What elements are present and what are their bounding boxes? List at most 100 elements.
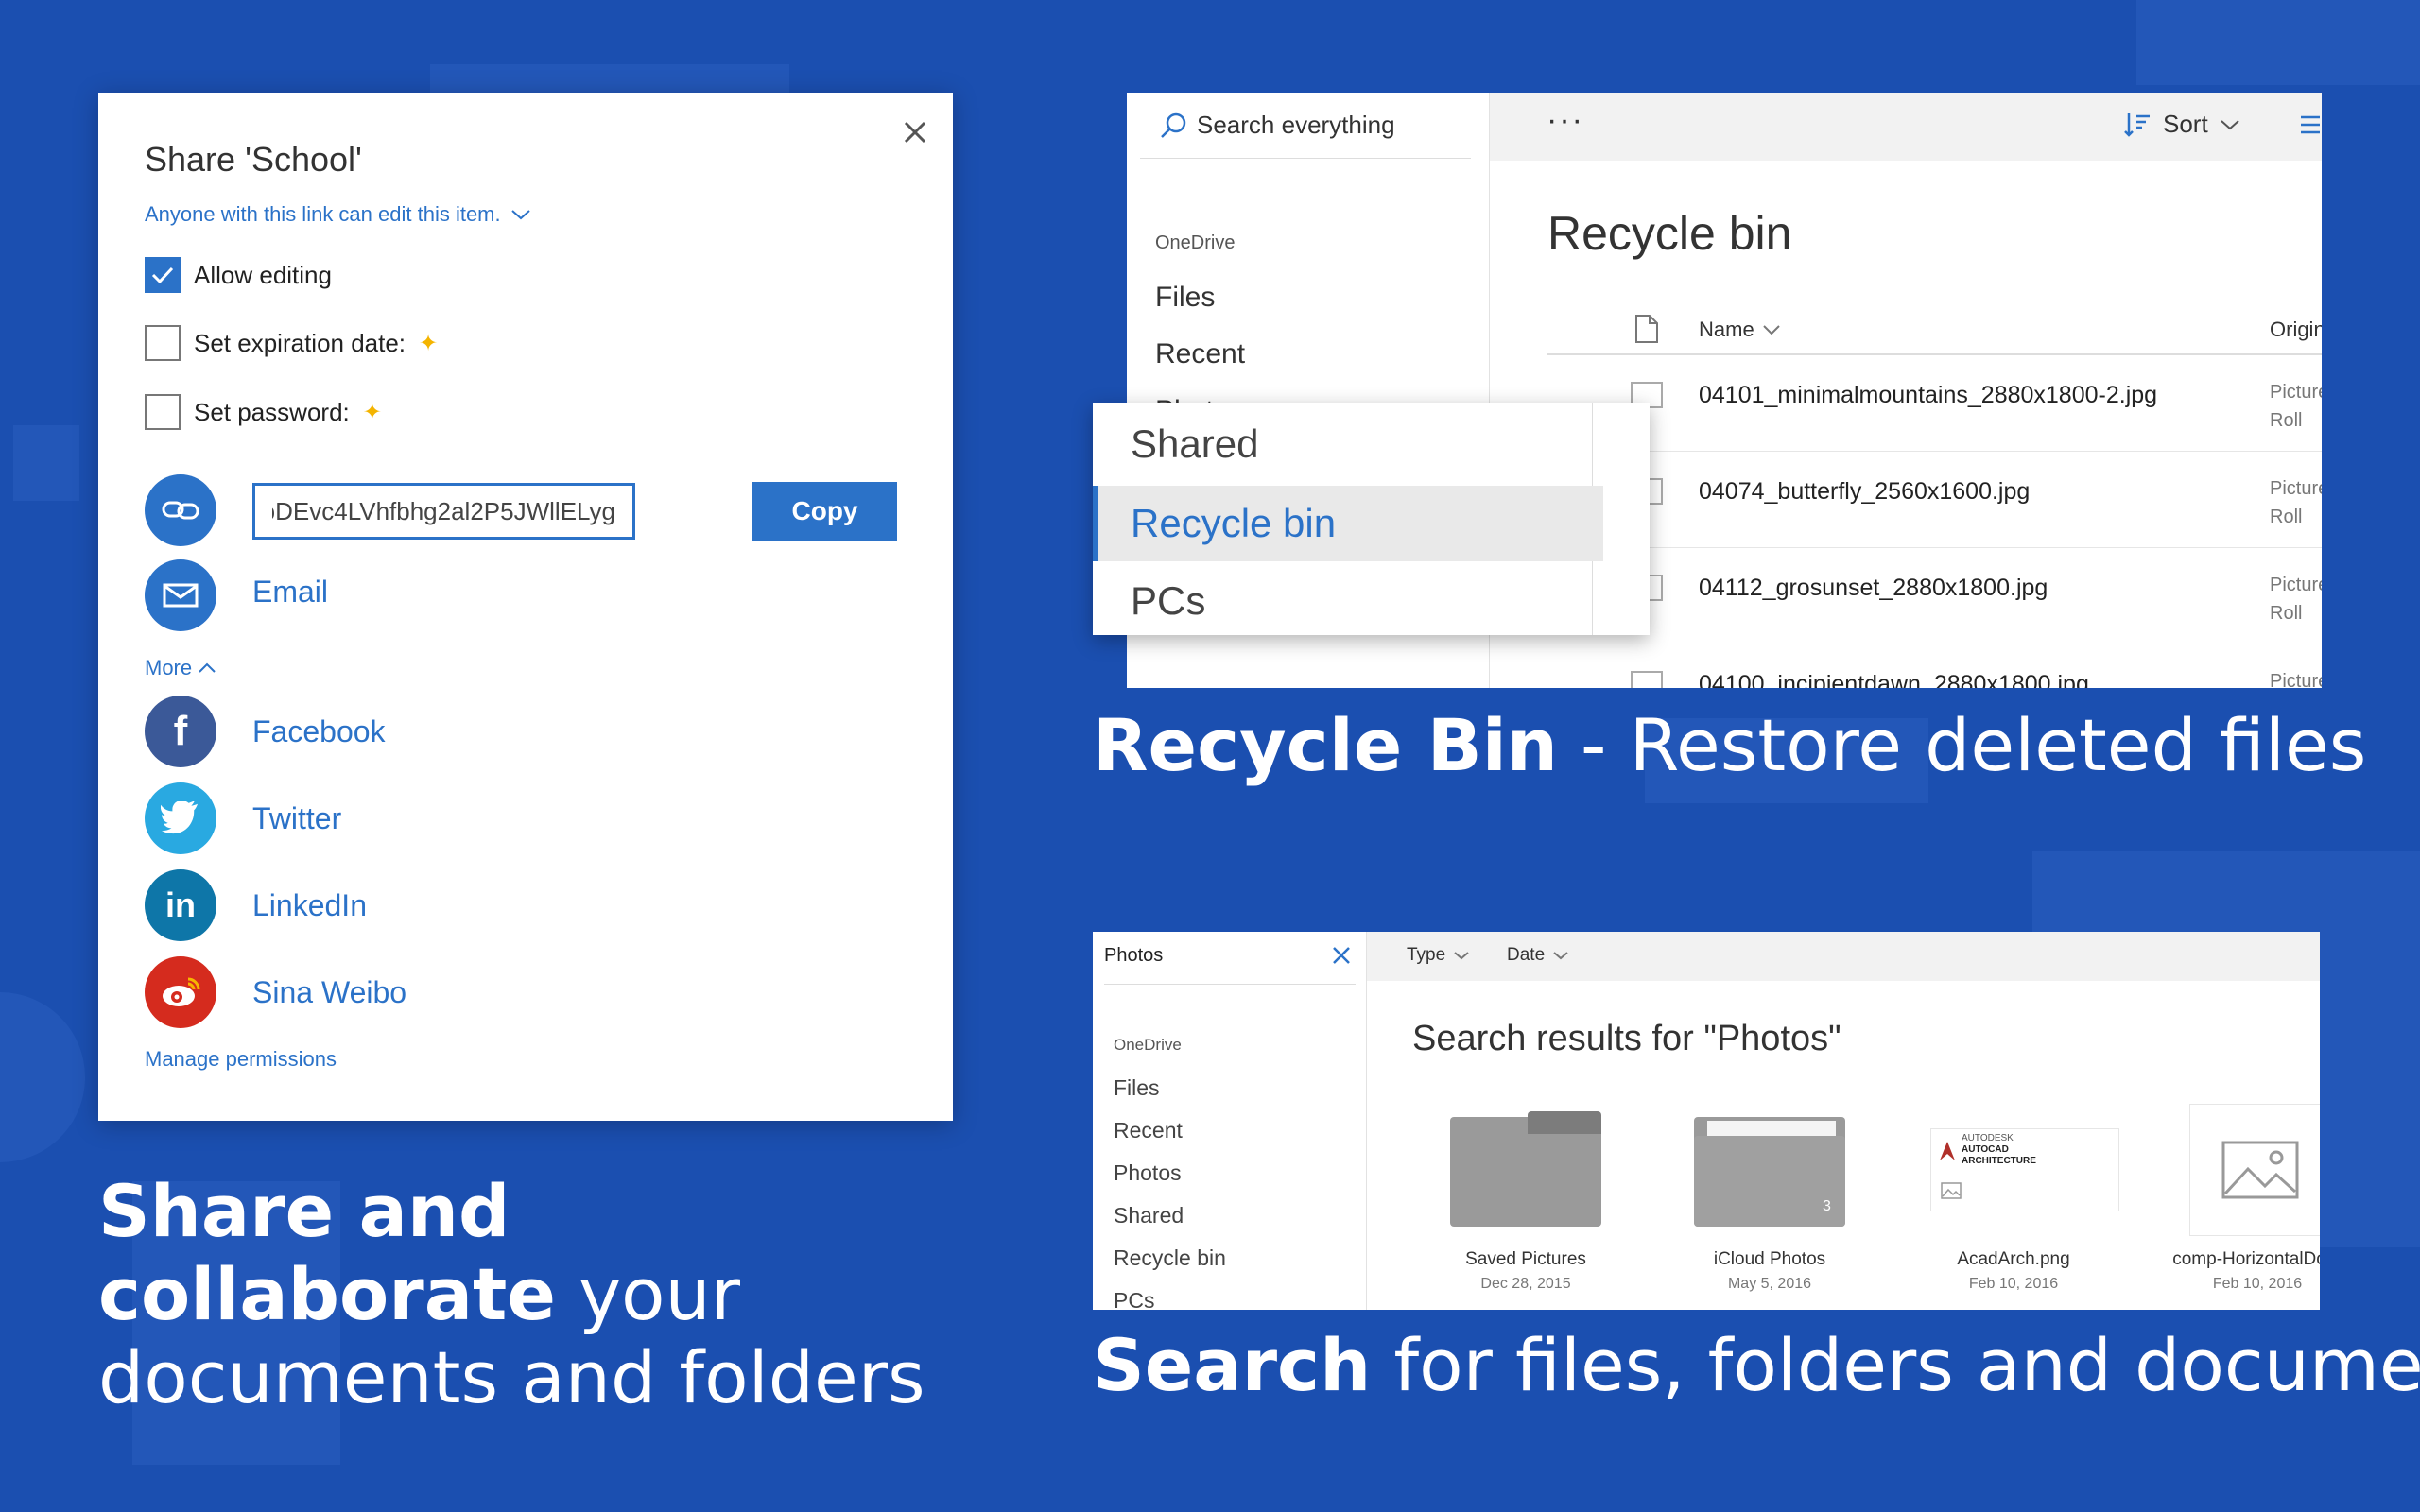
nav-item-recent[interactable]: Recent (1114, 1118, 1183, 1143)
chevron-down-icon (510, 210, 530, 220)
date-filter-label: Date (1507, 945, 1546, 965)
facebook-icon[interactable]: f (145, 696, 216, 767)
popup-item-recycle-bin[interactable]: Recycle bin (1093, 486, 1603, 561)
share-caption: Share and collaborate your documents and… (98, 1170, 930, 1419)
result-name: AcadArch.png (1957, 1249, 2070, 1269)
toolbar: ··· Sort (1490, 93, 2322, 161)
search-placeholder: Search everything (1197, 111, 1395, 139)
manage-permissions-link[interactable]: Manage permissions (145, 1047, 337, 1072)
nav-item-photos[interactable]: Photos (1114, 1160, 1182, 1186)
result-date: Dec 28, 2015 (1480, 1276, 1571, 1292)
file-row[interactable]: 04074_butterfly_2560x1600.jpg Picture Ro… (1547, 454, 2322, 548)
nav-item-recent[interactable]: Recent (1155, 338, 1245, 370)
original-location: Picture Roll (2270, 382, 2322, 431)
menu-icon[interactable] (2299, 113, 2322, 141)
checkmark-icon (151, 266, 174, 284)
more-label: More (145, 656, 193, 679)
search-window: Photos OneDrive Files Recent Photos Shar… (1093, 932, 2320, 1310)
weibo-link[interactable]: Sina Weibo (252, 975, 406, 1010)
result-name: comp-HorizontalDoor (2172, 1249, 2320, 1269)
linkedin-link[interactable]: LinkedIn (252, 888, 367, 923)
password-label: Set password: (194, 397, 350, 426)
search-caption-rest: for files, folders and documents (1371, 1323, 2420, 1407)
search-query: Photos (1104, 945, 1164, 966)
file-row[interactable]: 04100_incipientdawn_2880x1800.jpg Pictur… (1547, 646, 2322, 688)
navigation-popup: Shared Recycle bin PCs (1093, 403, 1650, 635)
result-date: May 5, 2016 (1727, 1276, 1812, 1292)
twitter-icon[interactable] (145, 782, 216, 854)
expiration-date-checkbox[interactable] (145, 325, 181, 361)
email-icon[interactable] (145, 559, 216, 631)
original-location: Picture (2270, 671, 2322, 688)
filter-bar: Type Date (1367, 932, 2320, 981)
result-name: iCloud Photos (1713, 1249, 1826, 1269)
clear-search-icon[interactable] (1331, 945, 1352, 966)
twitter-link[interactable]: Twitter (252, 801, 341, 836)
search-icon (1161, 112, 1186, 138)
search-field[interactable]: Photos (1104, 932, 1356, 985)
expiration-date-label: Set expiration date: (194, 328, 406, 357)
sort-button[interactable]: Sort (2123, 110, 2240, 139)
background-block (0, 992, 85, 1162)
share-link-input[interactable] (252, 483, 635, 540)
popup-item-pcs[interactable]: PCs (1093, 563, 1603, 639)
share-caption-bold-2: collaborate (98, 1252, 556, 1336)
file-name: 04074_butterfly_2560x1600.jpg (1699, 478, 2031, 505)
password-checkbox[interactable] (145, 394, 181, 430)
nav-item-pcs[interactable]: PCs (1114, 1288, 1154, 1310)
chevron-down-icon (1553, 952, 1568, 960)
column-header-row: Name Original (1547, 314, 2322, 355)
nav-item-files[interactable]: Files (1114, 1075, 1160, 1101)
result-date: Feb 10, 2016 (2212, 1276, 2303, 1292)
chevron-up-icon (199, 662, 216, 673)
copy-button[interactable]: Copy (752, 482, 897, 541)
name-column-label: Name (1699, 318, 1754, 341)
recycle-caption: Recycle Bin - Restore deleted files (1093, 703, 2366, 787)
nav-item-files[interactable]: Files (1155, 282, 1215, 314)
brand-line: AUTODESK (1962, 1133, 2014, 1143)
email-link[interactable]: Email (252, 575, 328, 610)
result-name: Saved Pictures (1465, 1249, 1586, 1269)
sidebar: Photos OneDrive Files Recent Photos Shar… (1093, 932, 1367, 1310)
more-toggle[interactable]: More (145, 656, 216, 680)
brand-line: ARCHITECTURE (1962, 1156, 2036, 1166)
allow-editing-label: Allow editing (194, 260, 332, 289)
nav-item-shared[interactable]: Shared (1114, 1203, 1184, 1228)
original-location-column-header[interactable]: Original (2270, 318, 2322, 342)
allow-editing-option[interactable]: Allow editing (145, 257, 332, 293)
facebook-link[interactable]: Facebook (252, 714, 386, 749)
close-icon[interactable] (896, 113, 934, 151)
nav-item-recycle-bin[interactable]: Recycle bin (1114, 1246, 1226, 1271)
premium-star-icon: ✦ (362, 399, 382, 425)
file-name: 04101_minimalmountains_2880x1800-2.jpg (1699, 382, 2158, 408)
original-location: Picture Roll (2270, 575, 2322, 624)
link-permission-label: Anyone with this link can edit this item… (145, 202, 501, 226)
chevron-down-icon (1454, 952, 1469, 960)
weibo-icon[interactable] (145, 956, 216, 1028)
file-row[interactable]: 04101_minimalmountains_2880x1800-2.jpg P… (1547, 357, 2322, 452)
file-row[interactable]: 04112_grosunset_2880x1800.jpg Picture Ro… (1547, 550, 2322, 644)
link-icon (145, 474, 216, 546)
date-filter[interactable]: Date (1507, 945, 1569, 966)
share-dialog-title: Share 'School' (145, 140, 362, 179)
search-caption-bold: Search (1093, 1323, 1372, 1407)
popup-item-shared[interactable]: Shared (1093, 406, 1603, 482)
expiration-date-option[interactable]: Set expiration date: ✦ (145, 325, 438, 361)
more-options-button[interactable]: ··· (1547, 102, 1584, 139)
link-permission-dropdown[interactable]: Anyone with this link can edit this item… (145, 202, 531, 227)
sort-label: Sort (2163, 110, 2208, 138)
name-column-header[interactable]: Name (1699, 318, 1781, 342)
folder-tab (1528, 1111, 1601, 1134)
type-filter[interactable]: Type (1407, 945, 1470, 966)
linkedin-icon[interactable]: in (145, 869, 216, 941)
password-option[interactable]: Set password: ✦ (145, 394, 382, 430)
original-location: Picture Roll (2270, 478, 2322, 527)
recycle-caption-bold: Recycle Bin (1093, 703, 1558, 787)
allow-editing-checkbox[interactable] (145, 257, 181, 293)
background-block (13, 425, 79, 501)
nav-header-onedrive: OneDrive (1155, 232, 1236, 253)
file-type-icon (1635, 315, 1658, 343)
file-name: 04100_incipientdawn_2880x1800.jpg (1699, 671, 2089, 688)
results-title: Search results for "Photos" (1412, 1019, 1841, 1058)
search-box[interactable]: Search everything (1140, 93, 1471, 159)
